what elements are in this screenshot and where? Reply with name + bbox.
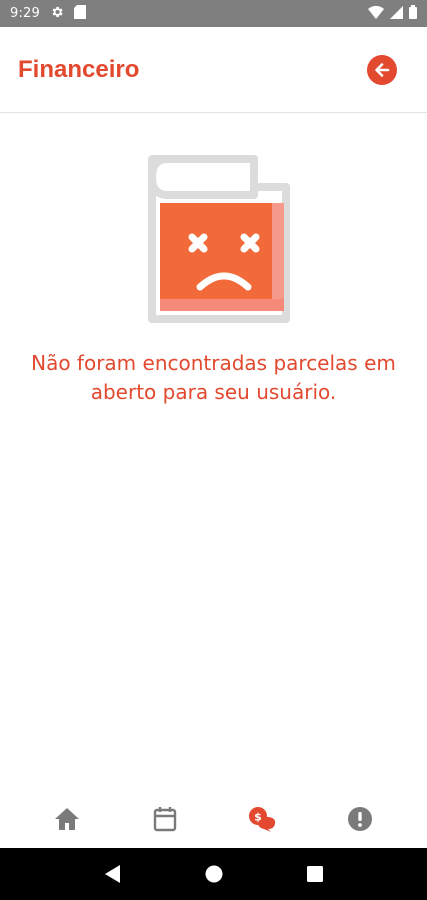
recents-square-icon — [306, 866, 323, 882]
wifi-icon — [368, 5, 384, 22]
battery-icon — [409, 5, 417, 22]
nav-finance[interactable]: $ — [234, 795, 290, 843]
alert-icon — [348, 807, 373, 831]
arrow-left-circle-icon — [375, 62, 390, 77]
system-home-button[interactable] — [194, 854, 234, 894]
gear-icon — [50, 5, 64, 22]
empty-state: Não foram encontradas parcelas em aberto… — [0, 113, 427, 407]
svg-text:$: $ — [255, 811, 263, 824]
cellular-signal-icon — [390, 5, 403, 22]
nav-home[interactable] — [39, 795, 95, 843]
home-circle-icon — [205, 865, 222, 883]
calendar-icon — [153, 807, 176, 832]
back-triangle-icon — [104, 865, 120, 883]
page-title: Financeiro — [18, 55, 140, 83]
sd-card-icon — [74, 5, 86, 22]
nav-calendar[interactable] — [137, 795, 193, 843]
nav-alerts[interactable] — [332, 795, 388, 843]
system-recents-button[interactable] — [295, 854, 335, 894]
finance-chat-icon: $ — [249, 807, 276, 832]
system-back-button[interactable] — [93, 854, 133, 894]
sad-book-icon — [147, 155, 290, 323]
home-icon — [54, 808, 79, 830]
app-header: Financeiro — [0, 27, 427, 113]
bottom-nav: $ — [0, 790, 427, 848]
empty-message: Não foram encontradas parcelas em aberto… — [31, 351, 396, 404]
system-nav — [0, 848, 427, 900]
status-time: 9:29 — [10, 6, 40, 21]
status-bar: 9:29 — [0, 0, 427, 27]
back-button[interactable] — [367, 54, 397, 85]
status-right — [368, 5, 417, 22]
status-left: 9:29 — [10, 5, 86, 22]
